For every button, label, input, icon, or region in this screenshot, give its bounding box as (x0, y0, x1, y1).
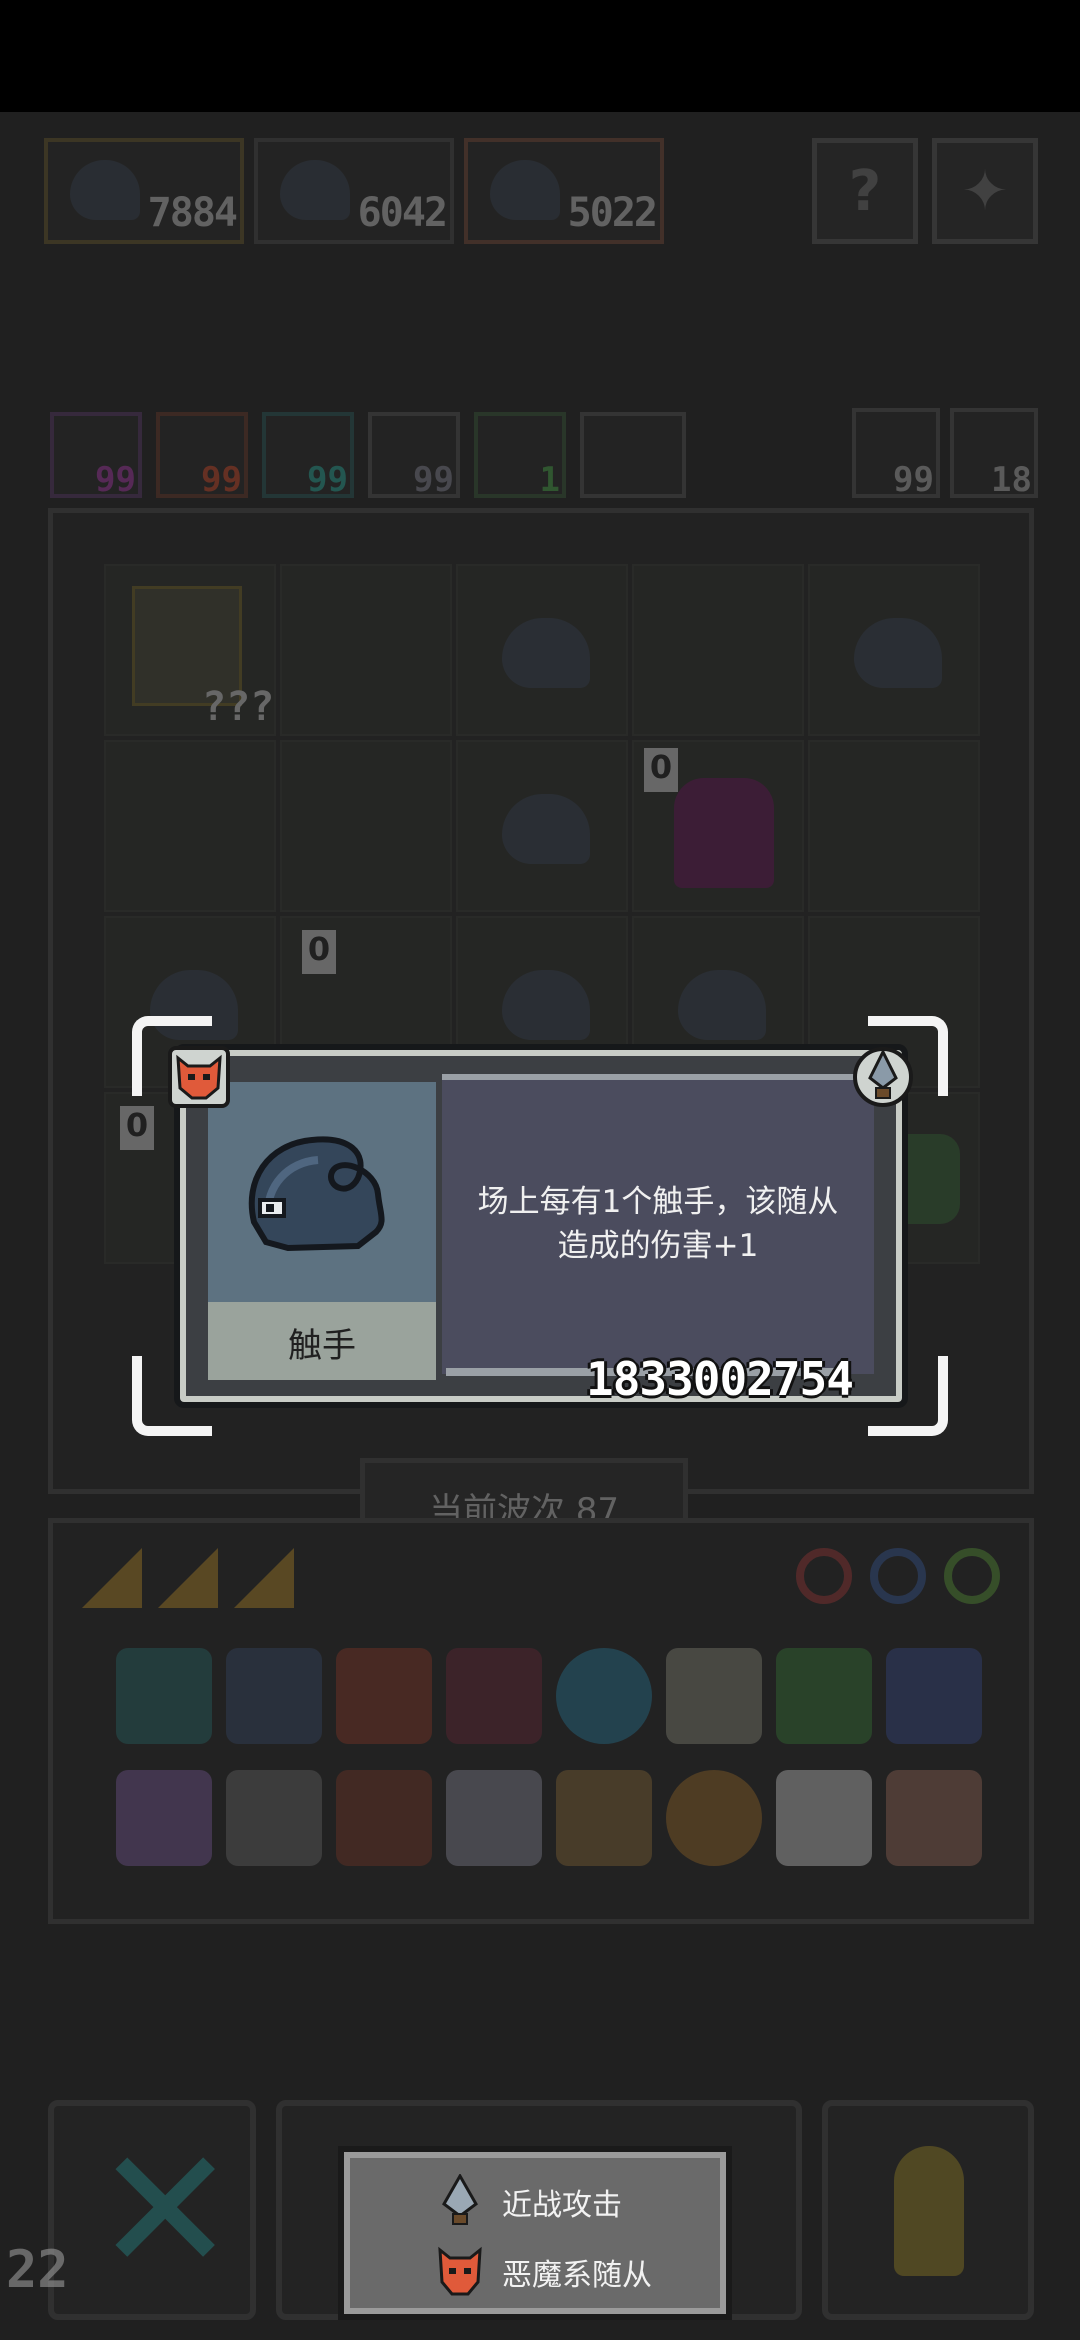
stat-value: 99 (95, 460, 136, 500)
unit-count-value: 18 (991, 460, 1032, 500)
red-gem-icon[interactable] (796, 1548, 852, 1604)
orb-item-icon[interactable] (556, 1648, 652, 1744)
board-cell[interactable] (280, 564, 452, 736)
pawn-icon (894, 2146, 964, 2276)
tentacle-icon (502, 970, 590, 1040)
tentacle-icon (678, 970, 766, 1040)
stat-value: 99 (413, 460, 454, 500)
stat-chip[interactable]: 1 (474, 412, 566, 500)
claw-item-icon[interactable] (556, 1770, 652, 1866)
tag-row: 近战攻击 (350, 2168, 720, 2234)
stat-value: 99 (201, 460, 242, 500)
corner-counter: 22 (6, 2240, 69, 2300)
description-line: 场上每有1个触手，该随从 (477, 1184, 839, 1220)
frame-corner (132, 1356, 212, 1436)
board-cell[interactable] (280, 740, 452, 912)
unit-description: 场上每有1个触手，该随从 造成的伤害+1 (446, 1180, 870, 1268)
resource-value: 5022 (567, 190, 658, 236)
stat-value: 99 (307, 460, 348, 500)
question-icon: ? (848, 159, 882, 224)
status-bar-area (0, 0, 1080, 112)
gear-icon: ✦ (961, 159, 1009, 224)
tentacle-icon (490, 160, 560, 220)
tags-tooltip: 近战攻击 恶魔系随从 (344, 2152, 726, 2314)
tentacle-icon (502, 618, 590, 688)
tentacle-icon (248, 1136, 385, 1252)
spearhead-icon (442, 2174, 478, 2225)
scroll-item-icon[interactable] (666, 1648, 762, 1744)
unit-id-box: 1833002754 (586, 1352, 916, 1406)
close-icon: ✕ (94, 2112, 237, 2310)
resource-chip[interactable]: 7884 (44, 138, 244, 244)
staff-item-icon[interactable] (116, 1770, 212, 1866)
blue-gem-icon[interactable] (870, 1548, 926, 1604)
stat-value: 1 (539, 460, 560, 500)
level-badge: 0 (644, 748, 678, 792)
book-item-icon[interactable] (446, 1770, 542, 1866)
board-cell[interactable] (808, 564, 980, 736)
level-badge: 0 (302, 930, 336, 974)
hourglass-item-icon[interactable] (886, 1648, 982, 1744)
resource-value: 7884 (147, 190, 238, 236)
resource-chip[interactable]: 6042 (254, 138, 454, 244)
unit-portrait (208, 1082, 436, 1302)
board-cell[interactable] (632, 564, 804, 736)
settings-button[interactable]: ✦ (932, 138, 1038, 244)
empty-stat-slot (580, 412, 686, 498)
board-cell[interactable] (456, 564, 628, 736)
unit-name-bar: 触手 (208, 1302, 436, 1380)
demon-sprite (674, 778, 774, 888)
shield-item-icon[interactable] (226, 1648, 322, 1744)
help-button[interactable]: ? (812, 138, 918, 244)
lantern-item-icon[interactable] (336, 1648, 432, 1744)
hero-level: ??? (202, 684, 275, 730)
bow-item-icon[interactable] (666, 1770, 762, 1866)
green-gem-icon[interactable] (944, 1548, 1000, 1604)
board-cell[interactable] (456, 740, 628, 912)
board-cell[interactable] (104, 740, 276, 912)
plant-item-icon[interactable] (776, 1648, 872, 1744)
description-line: 造成的伤害+1 (557, 1228, 759, 1264)
tentacle-icon (854, 618, 942, 688)
tag-row: 恶魔系随从 (350, 2238, 720, 2304)
refresh-counter[interactable]: 99 (852, 408, 940, 500)
stat-chip[interactable]: 99 (262, 412, 354, 500)
pawn-button[interactable] (822, 2100, 1034, 2320)
resource-value: 6042 (357, 190, 448, 236)
dagger-item-icon[interactable] (226, 1770, 322, 1866)
board-cell[interactable]: ??? (104, 564, 276, 736)
stat-chip[interactable]: 99 (156, 412, 248, 500)
tentacle-icon (502, 794, 590, 864)
board-cell[interactable]: 0 (632, 740, 804, 912)
potion-item-icon[interactable] (446, 1648, 542, 1744)
tag-label: 近战攻击 (502, 2188, 622, 2223)
tentacle-icon (70, 160, 140, 220)
tag-label: 恶魔系随从 (502, 2258, 652, 2293)
heart-gem-item-icon[interactable] (116, 1648, 212, 1744)
demon-mask-icon (438, 2246, 482, 2296)
stat-chip[interactable]: 99 (368, 412, 460, 500)
cannon-item-icon[interactable] (336, 1770, 432, 1866)
stat-chip[interactable]: 99 (50, 412, 142, 500)
demon-mask-icon[interactable] (166, 1044, 232, 1110)
unit-name: 触手 (288, 1326, 356, 1366)
tentacle-icon (280, 160, 350, 220)
refresh-value: 99 (893, 460, 934, 500)
fist-item-icon[interactable] (886, 1770, 982, 1866)
board-cell[interactable] (808, 740, 980, 912)
resource-chip[interactable]: 5022 (464, 138, 664, 244)
unit-id: 1833002754 (586, 1352, 854, 1406)
sell-button[interactable]: ✕ (48, 2100, 256, 2320)
level-badge: 0 (120, 1106, 154, 1150)
spearhead-icon[interactable] (852, 1044, 914, 1110)
unit-counter[interactable]: 18 (950, 408, 1038, 500)
fang-item-icon[interactable] (776, 1770, 872, 1866)
